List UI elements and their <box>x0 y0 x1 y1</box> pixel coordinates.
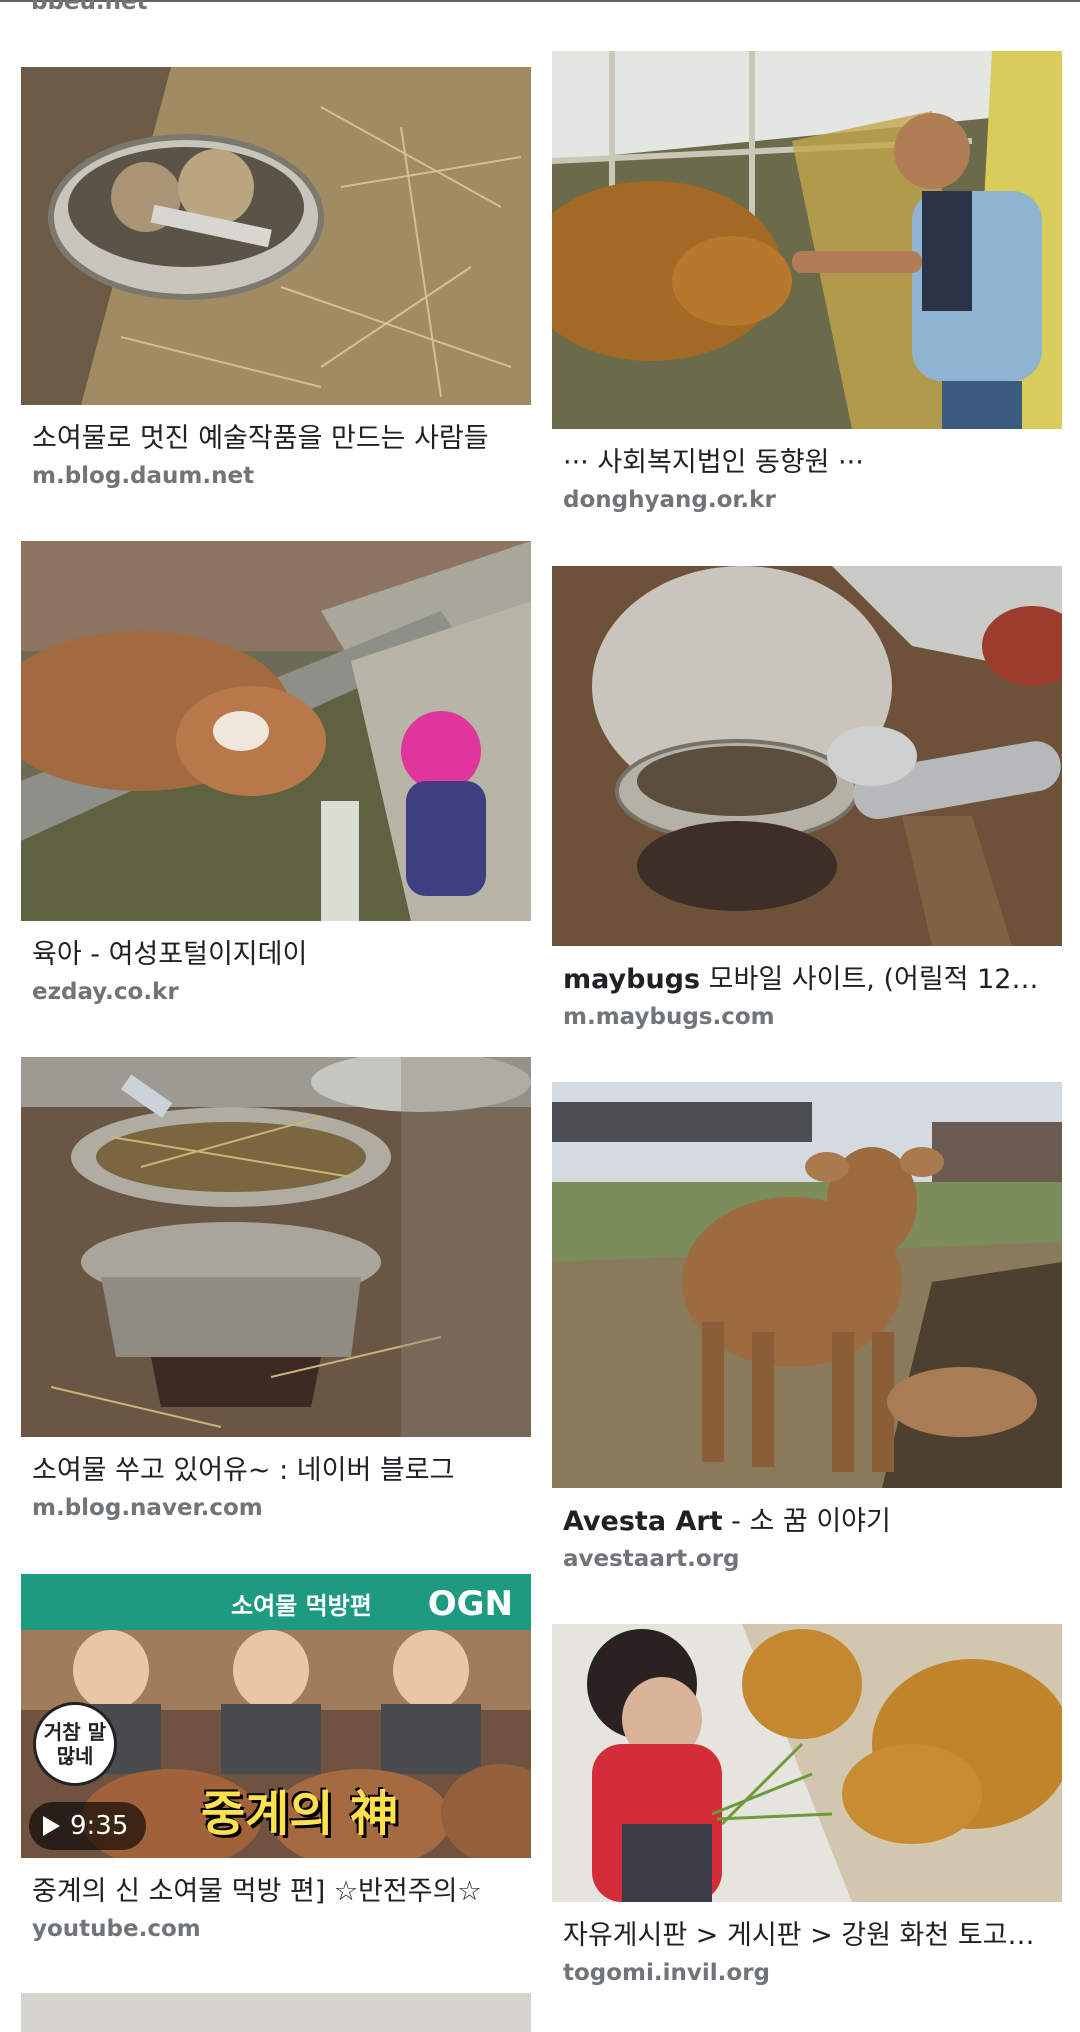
image-result-card[interactable]: maybugs 모바일 사이트, (어릴적 12월의 추억) m.maybugs… <box>552 566 1062 1032</box>
video-thumbnail[interactable]: 소여물 먹방편 OGN 거참 말 많네 중계의 神 9:35 <box>21 1574 531 1858</box>
result-thumbnail[interactable] <box>21 541 531 921</box>
result-title[interactable]: 육아 - 여성포털이지데이 <box>32 937 520 973</box>
result-title[interactable]: Avesta Art - 소 꿈 이야기 <box>563 1504 1051 1540</box>
result-source[interactable]: m.blog.daum.net <box>32 461 520 491</box>
image-result-card[interactable]: Avesta Art - 소 꿈 이야기 avestaart.org <box>552 1082 1062 1574</box>
result-thumbnail[interactable] <box>21 1057 531 1437</box>
result-title[interactable]: 자유게시판 > 게시판 > 강원 화천 토고미 마을 <box>563 1918 1051 1954</box>
ogn-logo: OGN <box>427 1584 513 1624</box>
video-duration-badge: 9:35 <box>29 1802 147 1850</box>
result-title-rest: 모바일 사이트, (어릴적 12월의 추억) <box>708 964 1051 995</box>
top-divider <box>0 0 1080 2</box>
result-thumbnail[interactable] <box>552 51 1062 429</box>
image-result-card[interactable] <box>21 1993 531 2032</box>
result-source[interactable]: youtube.com <box>32 1914 520 1944</box>
image-result-card[interactable]: 소여물 쑤고 있어유~ : 네이버 블로그 m.blog.naver.com <box>21 1057 531 1523</box>
result-thumbnail[interactable] <box>21 67 531 405</box>
result-thumbnail[interactable] <box>552 566 1062 946</box>
result-thumbnail[interactable] <box>21 1993 531 2032</box>
result-source[interactable]: donghyang.or.kr <box>563 485 1051 515</box>
video-bubble: 거참 말 많네 <box>33 1702 117 1786</box>
image-result-card[interactable]: 자유게시판 > 게시판 > 강원 화천 토고미 마을 togomi.invil.… <box>552 1624 1062 1988</box>
result-source[interactable]: m.blog.naver.com <box>32 1493 520 1523</box>
result-title[interactable]: maybugs 모바일 사이트, (어릴적 12월의 추억) <box>563 962 1051 998</box>
video-caption-top: 소여물 먹방편 <box>231 1592 372 1620</box>
image-result-card[interactable]: 소여물로 멋진 예술작품을 만드는 사람들 m.blog.daum.net <box>21 67 531 491</box>
result-title[interactable]: 중계의 신 소여물 먹방 편] ☆반전주의☆ <box>32 1874 520 1910</box>
result-title[interactable]: ··· 사회복지법인 동향원 ··· <box>563 445 1051 481</box>
result-source[interactable]: avestaart.org <box>563 1544 1051 1574</box>
video-duration: 9:35 <box>70 1811 129 1841</box>
image-result-card[interactable]: 육아 - 여성포털이지데이 ezday.co.kr <box>21 541 531 1007</box>
video-caption-main: 중계의 神 <box>201 1786 399 1842</box>
result-title-bold: maybugs <box>563 964 701 995</box>
result-source[interactable]: togomi.invil.org <box>563 1958 1051 1988</box>
video-result-card[interactable]: 소여물 먹방편 OGN 거참 말 많네 중계의 神 9:35 중계의 신 소여물… <box>21 1574 531 1944</box>
partial-source-label: bbeu.net <box>31 0 148 15</box>
result-title-bold: Avesta Art <box>563 1506 723 1537</box>
result-thumbnail[interactable] <box>552 1624 1062 1902</box>
play-icon <box>43 1816 60 1836</box>
result-thumbnail[interactable] <box>552 1082 1062 1488</box>
result-source[interactable]: m.maybugs.com <box>563 1002 1051 1032</box>
result-source[interactable]: ezday.co.kr <box>32 977 520 1007</box>
result-title-rest: - 소 꿈 이야기 <box>722 1506 891 1537</box>
result-title[interactable]: 소여물로 멋진 예술작품을 만드는 사람들 <box>32 421 520 457</box>
result-title[interactable]: 소여물 쑤고 있어유~ : 네이버 블로그 <box>32 1453 520 1489</box>
image-result-card[interactable]: ··· 사회복지법인 동향원 ··· donghyang.or.kr <box>552 51 1062 515</box>
